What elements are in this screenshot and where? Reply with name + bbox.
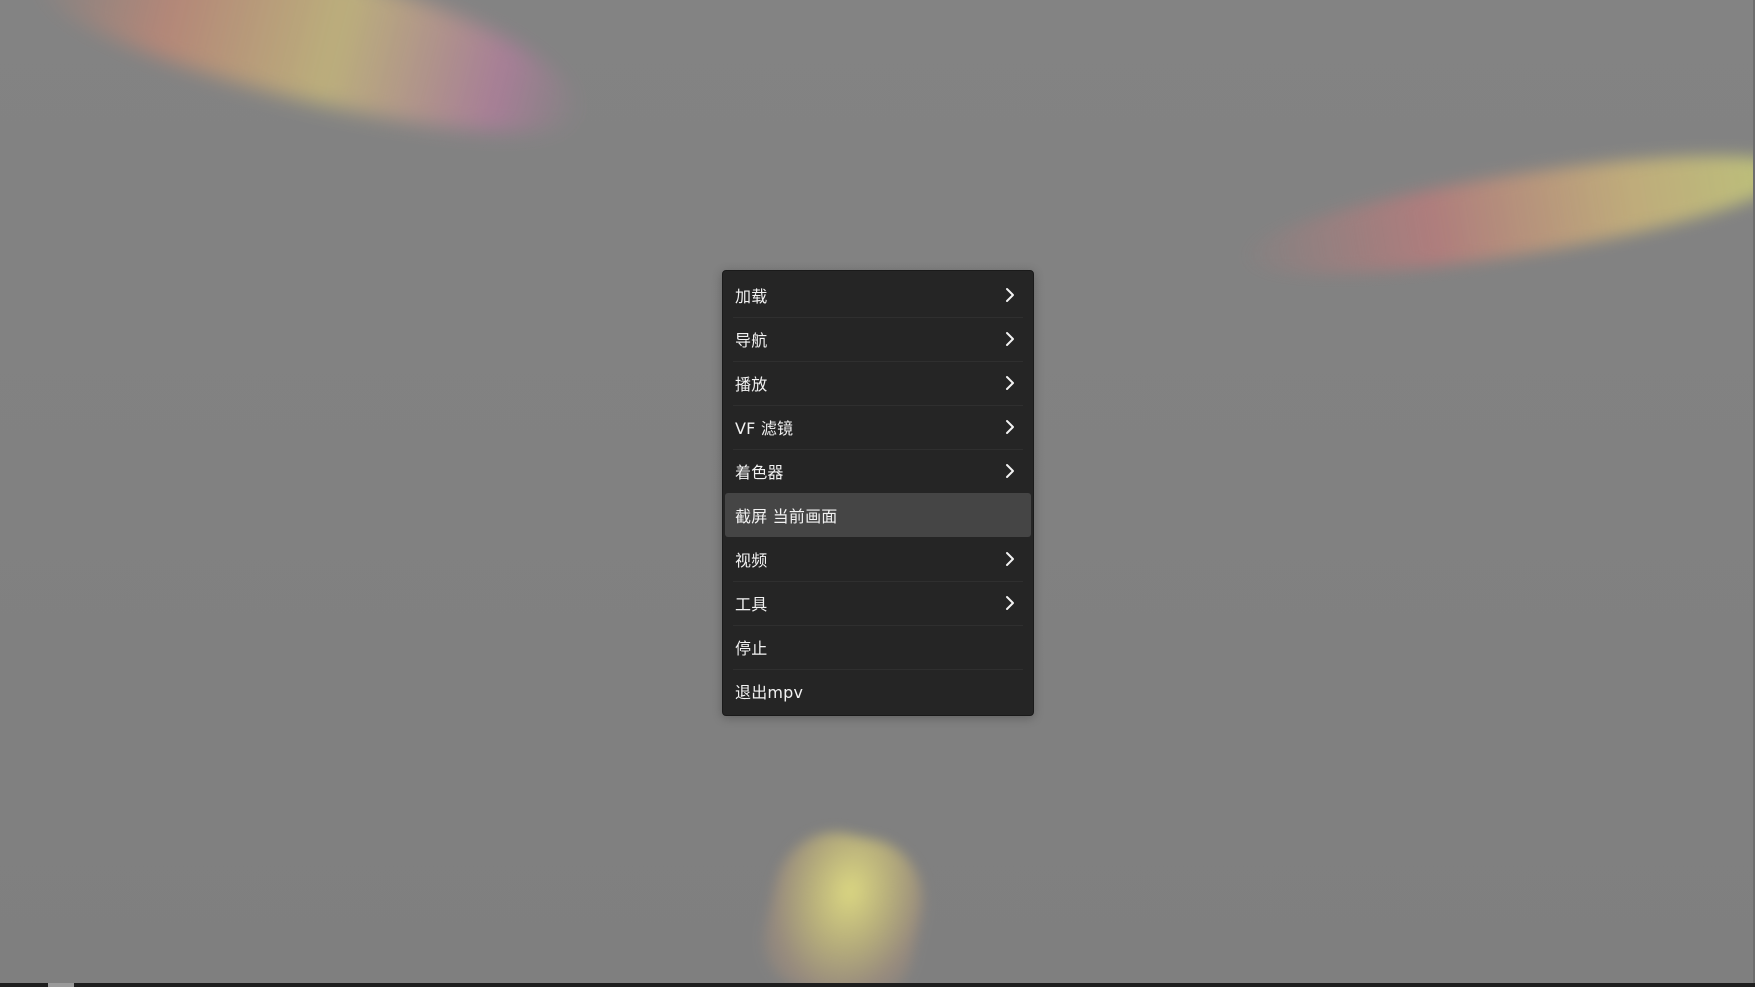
menu-item-label: 导航 <box>735 331 768 350</box>
menu-item-navigation[interactable]: 导航 <box>725 317 1031 361</box>
menu-item-label: 退出mpv <box>735 683 804 702</box>
menu-item-video[interactable]: 视频 <box>725 537 1031 581</box>
menu-item-label: 着色器 <box>735 463 784 482</box>
chevron-right-icon <box>1003 463 1017 479</box>
chevron-right-icon <box>1003 551 1017 567</box>
menu-item-label: 截屏 当前画面 <box>735 507 838 526</box>
menu-item-label: VF 滤镜 <box>735 419 794 438</box>
context-menu: 加载 导航 播放 VF 滤镜 着色器 截屏 当前画面 视频 工具 停止 退出mp… <box>722 270 1034 716</box>
chevron-right-icon <box>1003 331 1017 347</box>
menu-item-tools[interactable]: 工具 <box>725 581 1031 625</box>
menu-item-playback[interactable]: 播放 <box>725 361 1031 405</box>
menu-item-label: 视频 <box>735 551 768 570</box>
video-frame-streak <box>755 821 935 987</box>
menu-item-label: 播放 <box>735 375 768 394</box>
seek-bar-position[interactable] <box>48 983 74 987</box>
video-canvas: 加载 导航 播放 VF 滤镜 着色器 截屏 当前画面 视频 工具 停止 退出mp… <box>0 0 1755 987</box>
menu-item-label: 停止 <box>735 639 768 658</box>
menu-item-screenshot[interactable]: 截屏 当前画面 <box>725 493 1031 537</box>
menu-item-quit[interactable]: 退出mpv <box>725 669 1031 713</box>
chevron-right-icon <box>1003 287 1017 303</box>
menu-item-label: 工具 <box>735 595 768 614</box>
seek-bar[interactable] <box>0 983 1755 987</box>
video-frame-streak <box>22 0 598 166</box>
menu-item-shaders[interactable]: 着色器 <box>725 449 1031 493</box>
menu-item-load[interactable]: 加载 <box>725 273 1031 317</box>
menu-item-vf-filters[interactable]: VF 滤镜 <box>725 405 1031 449</box>
video-frame-streak <box>1232 131 1755 299</box>
chevron-right-icon <box>1003 419 1017 435</box>
chevron-right-icon <box>1003 375 1017 391</box>
chevron-right-icon <box>1003 595 1017 611</box>
menu-item-label: 加载 <box>735 287 768 306</box>
menu-item-stop[interactable]: 停止 <box>725 625 1031 669</box>
